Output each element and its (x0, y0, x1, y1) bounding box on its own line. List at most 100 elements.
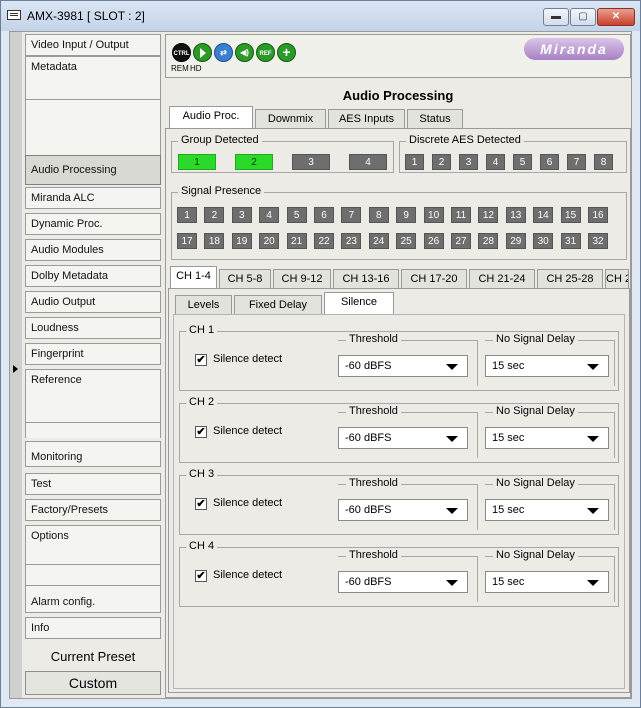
silence-panel: CH 1 ✔ Silence detect Threshold -60 dBFS No S… (173, 314, 625, 689)
threshold-select[interactable]: -60 dBFS (338, 355, 468, 377)
threshold-group: Threshold -60 dBFS (338, 549, 478, 602)
ref-status-icon[interactable]: REF (256, 43, 275, 62)
signal-ch-10-indicator: 10 (423, 207, 444, 223)
ctrl-status-icon[interactable]: CTRL (172, 43, 191, 62)
tab-status[interactable]: Status (407, 109, 463, 129)
chevron-down-icon (446, 508, 458, 514)
signal-ch-28-indicator: 28 (478, 233, 499, 249)
threshold-select[interactable]: -60 dBFS (338, 571, 468, 593)
aes-3-indicator: 3 (459, 154, 478, 170)
tab-aes-inputs[interactable]: AES Inputs (328, 109, 405, 129)
sidebar-item-test[interactable]: Test (25, 473, 161, 495)
signal-presence-title: Signal Presence (178, 185, 265, 197)
silence-detect-checkbox[interactable]: ✔ (195, 426, 207, 438)
silence-detect-checkbox[interactable]: ✔ (195, 570, 207, 582)
sidebar-item-audio-processing[interactable]: Audio Processing (25, 155, 161, 185)
signal-ch-32-indicator: 32 (588, 233, 608, 249)
tab-ch-13-16[interactable]: CH 13-16 (333, 269, 399, 289)
tab-audio-proc[interactable]: Audio Proc. (169, 106, 253, 128)
sidebar-item-alarm-config[interactable]: Alarm config. (25, 585, 161, 613)
threshold-select[interactable]: -60 dBFS (338, 499, 468, 521)
minimize-button[interactable]: ▬ (543, 8, 569, 26)
tab-levels[interactable]: Levels (175, 295, 232, 315)
no-signal-delay-select[interactable]: 15 sec (485, 355, 609, 377)
threshold-label: Threshold (346, 477, 401, 489)
signal-ch-13-indicator: 13 (505, 207, 526, 223)
channel-title: CH 3 (186, 468, 218, 480)
aes-4-indicator: 4 (486, 154, 505, 170)
sidebar-item-audio-modules[interactable]: Audio Modules (25, 239, 161, 261)
tab-ch-17-20[interactable]: CH 17-20 (401, 269, 467, 289)
no-signal-delay-select[interactable]: 15 sec (485, 571, 609, 593)
close-button[interactable]: ✕ (597, 8, 635, 26)
no-signal-delay-value: 15 sec (492, 576, 525, 588)
tab-ch-5-8[interactable]: CH 5-8 (219, 269, 271, 289)
silence-detect-checkbox[interactable]: ✔ (195, 498, 207, 510)
chevron-down-icon (587, 580, 599, 586)
window-icon (7, 10, 21, 20)
window-title: AMX-3981 [ SLOT : 2] (27, 9, 145, 23)
sidebar-item-audio-output[interactable]: Audio Output (25, 291, 161, 313)
swap-icon[interactable]: ⇄ (214, 43, 233, 62)
tab-ch-21-24[interactable]: CH 21-24 (469, 269, 535, 289)
chevron-down-icon (446, 364, 458, 370)
forward-arrow-icon[interactable] (193, 43, 212, 62)
signal-ch-29-indicator: 29 (505, 233, 526, 249)
tab-ch-1-4[interactable]: CH 1-4 (170, 266, 217, 288)
sidebar-item-loudness[interactable]: Loudness (25, 317, 161, 339)
sidebar-item-reference[interactable]: Reference (25, 369, 161, 423)
signal-ch-11-indicator: 11 (451, 207, 471, 223)
main-panel: CTRL ⇄ ◀) REF + REM HD Miranda Audio Pro… (165, 32, 631, 698)
threshold-value: -60 dBFS (345, 576, 392, 588)
threshold-value: -60 dBFS (345, 360, 392, 372)
tab-ch-29-32[interactable]: CH 29-32 (605, 269, 629, 289)
signal-ch-15-indicator: 15 (560, 207, 581, 223)
sidebar-item-video-input-output[interactable]: Video Input / Output (25, 34, 161, 56)
no-signal-delay-select[interactable]: 15 sec (485, 499, 609, 521)
chevron-down-icon (587, 436, 599, 442)
no-signal-delay-select[interactable]: 15 sec (485, 427, 609, 449)
discrete-aes-title: Discrete AES Detected (406, 134, 524, 146)
signal-ch-3-indicator: 3 (231, 207, 252, 223)
sidebar-item-dolby-metadata[interactable]: Dolby Metadata (25, 265, 161, 287)
tab-ch-25-28[interactable]: CH 25-28 (537, 269, 603, 289)
signal-ch-26-indicator: 26 (423, 233, 444, 249)
sidebar-item-dynamic-proc[interactable]: Dynamic Proc. (25, 213, 161, 235)
chevron-down-icon (446, 436, 458, 442)
signal-ch-7-indicator: 7 (341, 207, 362, 223)
expand-arrow-icon[interactable] (13, 365, 18, 373)
channel-panel: Levels Fixed Delay Silence CH 1 ✔ Silence … (168, 288, 630, 693)
signal-ch-30-indicator: 30 (533, 233, 554, 249)
tab-ch-9-12[interactable]: CH 9-12 (273, 269, 331, 289)
aes-2-indicator: 2 (432, 154, 451, 170)
sidebar-item-monitoring[interactable]: Monitoring (25, 441, 161, 467)
signal-ch-9-indicator: 9 (396, 207, 417, 223)
sidebar-item-factory-presets[interactable]: Factory/Presets (25, 499, 161, 521)
current-preset-label: Current Preset (25, 646, 161, 668)
sidebar: Video Input / Output Metadata Audio Proc… (22, 32, 163, 698)
no-signal-delay-group: No Signal Delay 15 sec (485, 333, 615, 386)
maximize-button[interactable]: ▢ (570, 8, 596, 26)
sidebar-item-options[interactable]: Options (25, 525, 161, 565)
sidebar-item-fingerprint[interactable]: Fingerprint (25, 343, 161, 365)
silence-detect-checkbox[interactable]: ✔ (195, 354, 207, 366)
tab-fixed-delay[interactable]: Fixed Delay (234, 295, 322, 315)
tab-silence[interactable]: Silence (324, 292, 394, 314)
channel-group-2: CH 2 ✔ Silence detect Threshold -60 dBFS No S… (179, 396, 619, 463)
no-signal-delay-label: No Signal Delay (493, 549, 578, 561)
add-icon[interactable]: + (277, 43, 296, 62)
current-preset-value[interactable]: Custom (25, 671, 161, 695)
channel-title: CH 2 (186, 396, 218, 408)
sidebar-item-metadata[interactable]: Metadata (25, 56, 161, 100)
sidebar-spacer-3 (25, 565, 161, 585)
title-bar: AMX-3981 [ SLOT : 2] ▬ ▢ ✕ (1, 1, 640, 31)
miranda-logo: Miranda (524, 38, 624, 60)
threshold-select[interactable]: -60 dBFS (338, 427, 468, 449)
audio-speaker-icon[interactable]: ◀) (235, 43, 254, 62)
sidebar-item-info[interactable]: Info (25, 617, 161, 639)
signal-ch-31-indicator: 31 (560, 233, 581, 249)
sidebar-item-miranda-alc[interactable]: Miranda ALC (25, 187, 161, 209)
chevron-down-icon (587, 508, 599, 514)
tab-downmix[interactable]: Downmix (255, 109, 326, 129)
channel-title: CH 4 (186, 540, 218, 552)
